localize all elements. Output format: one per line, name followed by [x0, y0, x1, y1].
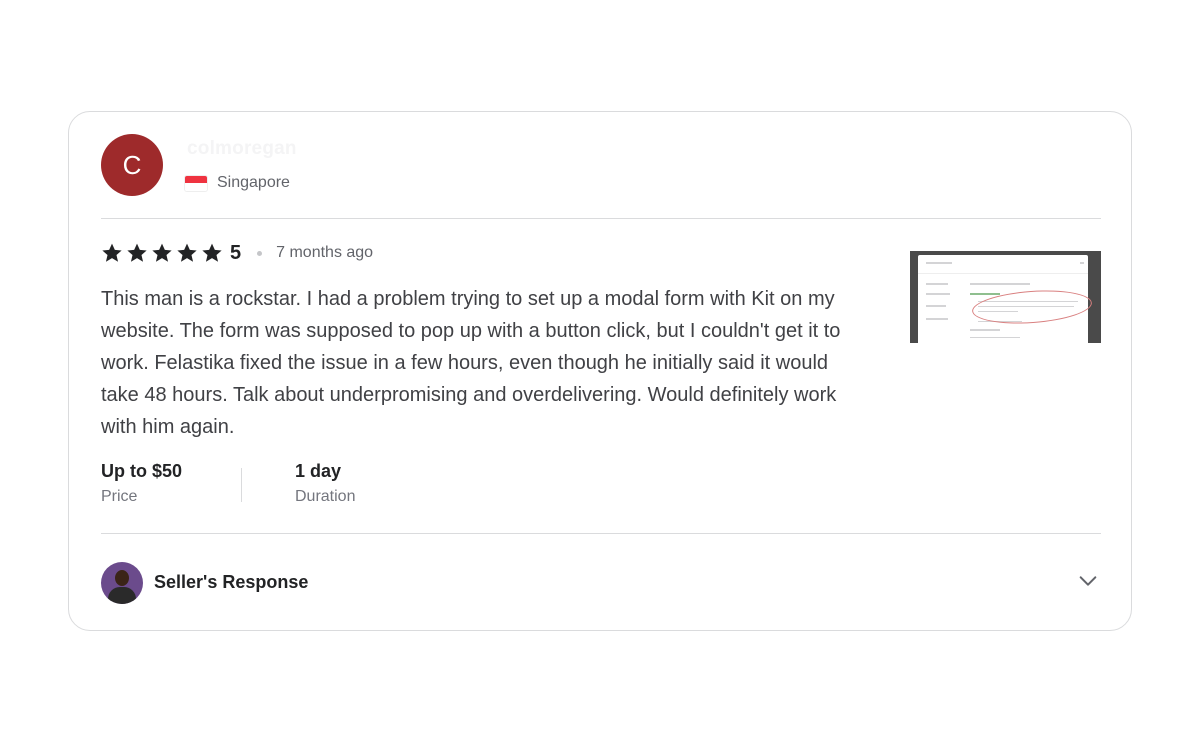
separator-dot: [257, 250, 263, 256]
review-attachment-thumbnail[interactable]: [910, 251, 1101, 343]
price-info: Up to $50 Price: [101, 461, 182, 506]
duration-info: 1 day Duration: [295, 461, 355, 506]
star-icon: [127, 243, 147, 262]
seller-avatar: [101, 562, 143, 604]
reviewer-avatar[interactable]: C: [101, 134, 163, 196]
response-divider: [101, 533, 1101, 534]
thumbnail-modal-image: [918, 255, 1093, 343]
star-rating: [101, 242, 226, 264]
country-name: Singapore: [217, 174, 290, 191]
meta-divider: [241, 468, 242, 502]
duration-label: Duration: [295, 488, 356, 505]
rating-value: 5: [230, 241, 242, 264]
star-icon: [177, 243, 197, 262]
header-divider: [101, 218, 1101, 219]
review-card: C colmoregan Singapore 5 7 months ago Th…: [68, 111, 1132, 631]
review-text: This man is a rockstar. I had a problem …: [101, 288, 841, 438]
reviewer-country: Singapore: [185, 174, 290, 192]
singapore-flag-icon: [185, 175, 207, 191]
review-time: 7 months ago: [276, 244, 374, 261]
rating-row: 5 7 months ago: [101, 240, 373, 266]
price-label: Price: [101, 488, 138, 505]
chevron-down-icon[interactable]: [1077, 570, 1099, 592]
star-icon: [152, 243, 172, 262]
star-icon: [102, 243, 122, 262]
price-value: Up to $50: [101, 461, 183, 481]
reviewer-username[interactable]: colmoregan: [187, 138, 297, 160]
seller-response-title[interactable]: Seller's Response: [154, 572, 308, 593]
avatar-letter: C: [122, 149, 142, 180]
star-icon: [202, 243, 222, 262]
duration-value: 1 day: [295, 461, 342, 481]
